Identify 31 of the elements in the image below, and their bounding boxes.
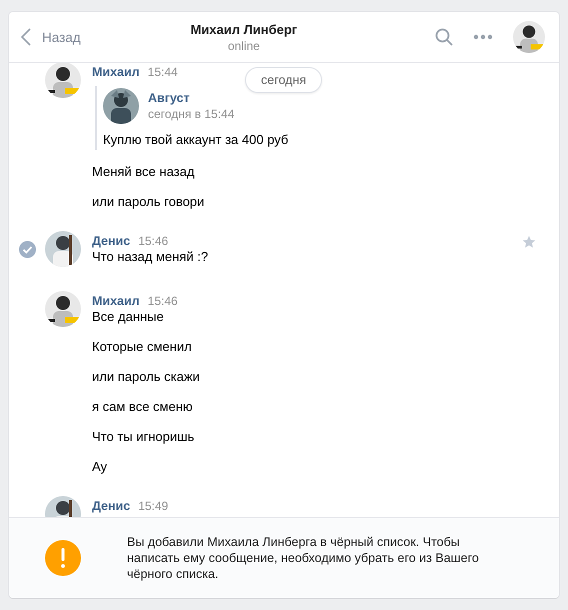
message-time: 15:46: [138, 233, 168, 249]
star-icon[interactable]: [522, 235, 536, 249]
message-text: или пароль говори: [92, 194, 206, 210]
back-chevron-icon: [21, 28, 31, 46]
author-name[interactable]: Михаил: [92, 64, 140, 80]
author-name[interactable]: Август: [148, 91, 234, 105]
author-name[interactable]: Денис: [92, 233, 130, 249]
message-text: я сам все сменю: [92, 399, 194, 415]
message-text: Ау: [92, 459, 108, 475]
online-status: online: [228, 38, 260, 52]
search-icon[interactable]: [435, 28, 453, 46]
message-text: Что ты игноришь: [92, 429, 196, 445]
contact-name: Михаил Линберг: [190, 22, 298, 36]
message-text: Которые сменил: [92, 339, 193, 355]
message-time: 15:49: [138, 498, 168, 514]
message-text: Меняй все назад: [92, 164, 196, 180]
date-pill: сегодня: [245, 67, 322, 93]
message-time: 15:44: [148, 64, 178, 80]
message-text: Все данные: [92, 309, 165, 325]
back-button[interactable]: Назад: [21, 28, 81, 46]
warning-icon: [45, 540, 81, 576]
more-icon[interactable]: [473, 34, 493, 40]
message-text: или пароль скажи: [92, 369, 201, 385]
author-name[interactable]: Михаил: [92, 293, 140, 309]
message-time: 15:46: [148, 293, 178, 309]
message-time: сегодня в 15:44: [148, 107, 234, 121]
author-name[interactable]: Денис: [92, 498, 130, 514]
message-text: Куплю твой аккаунт за 400 руб: [103, 132, 290, 148]
selected-check-icon[interactable]: [19, 241, 36, 258]
message-text: Что назад меняй :?: [92, 249, 210, 265]
blacklist-notice: Вы добавили Михаила Линберга в чёрный список. Чтобы написать ему сообщение, необходимо убрать его из Вашего чёрного списка.: [127, 534, 480, 582]
